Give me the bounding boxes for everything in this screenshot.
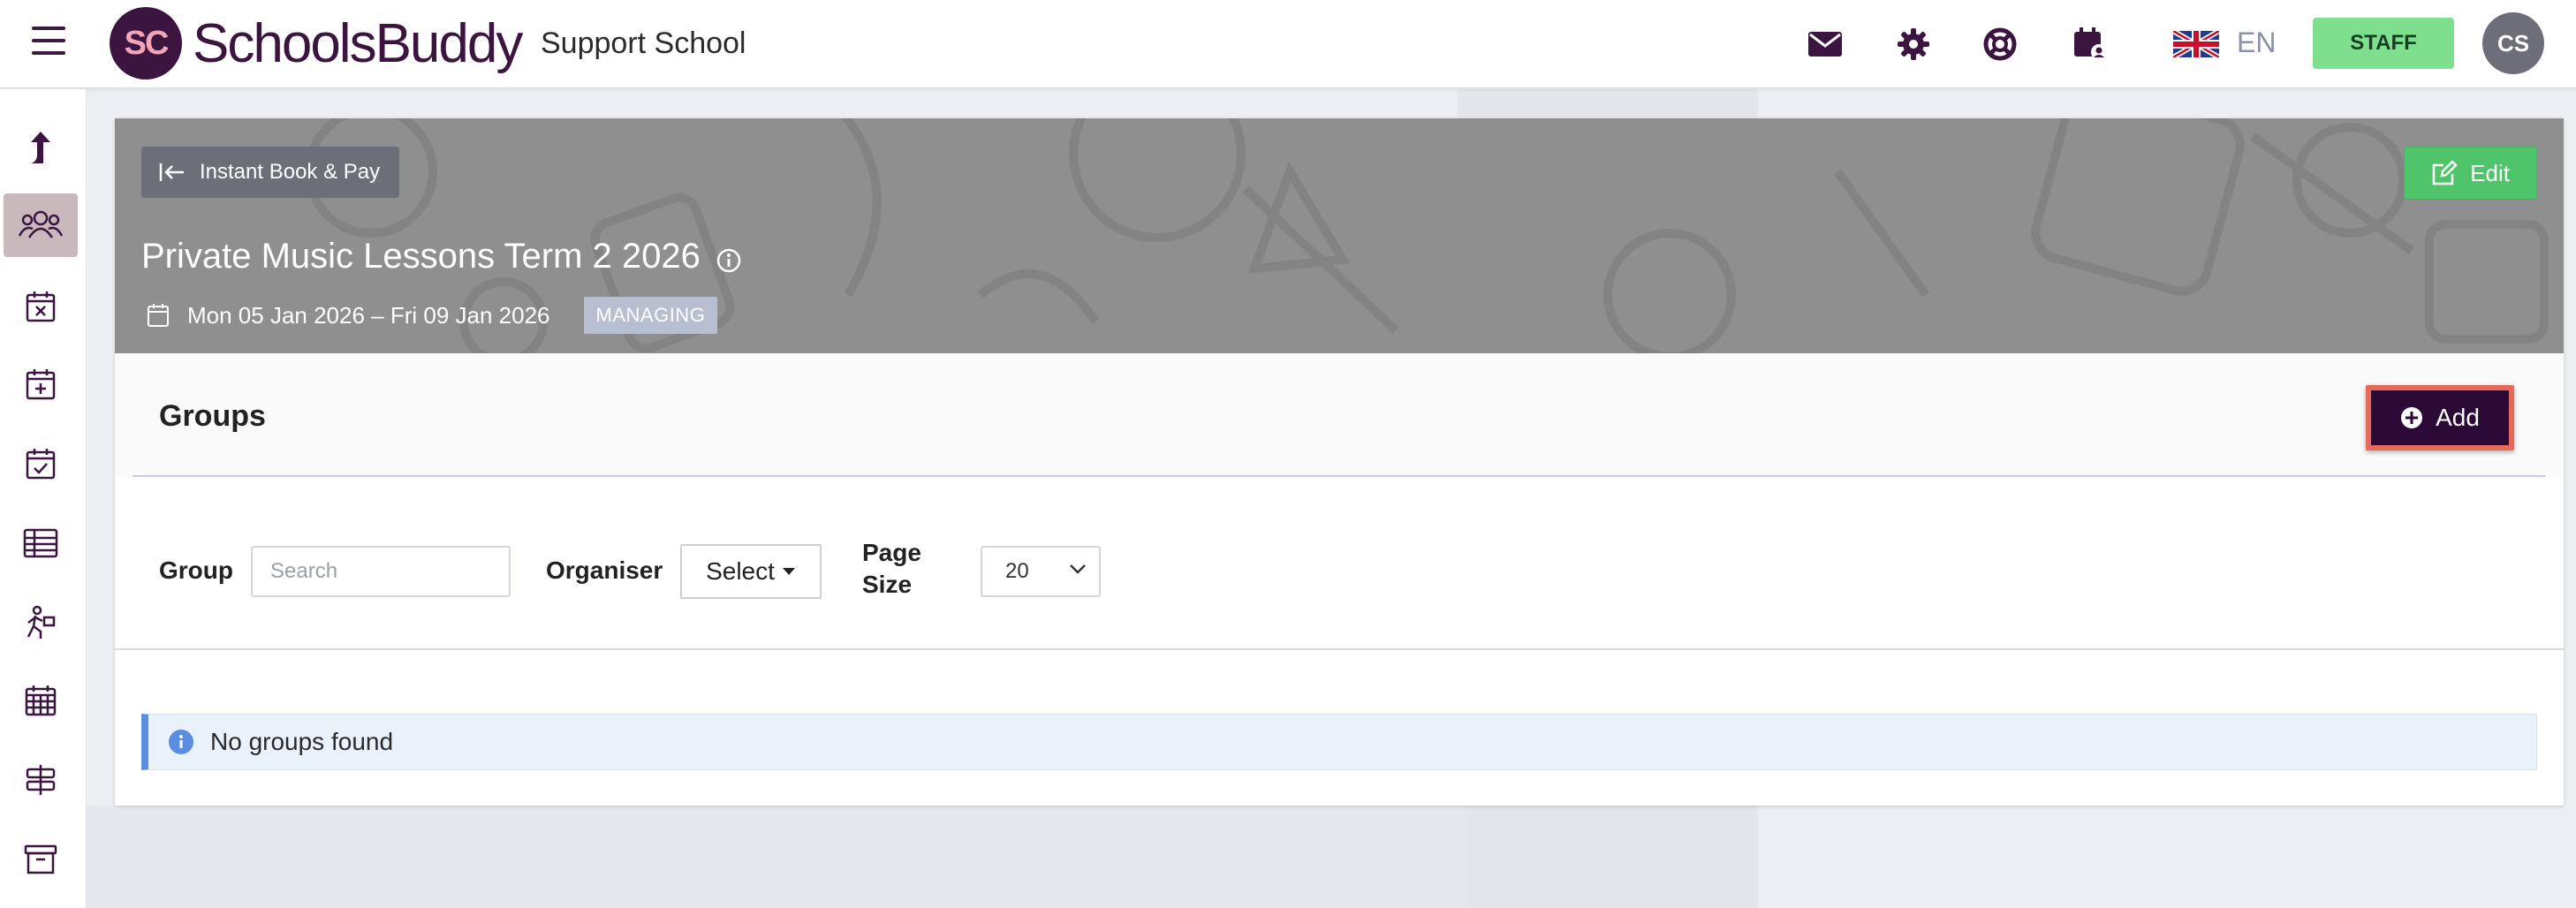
sidebar-item-users[interactable] bbox=[4, 193, 78, 257]
organiser-select-value: Select bbox=[706, 557, 775, 585]
activity-banner: Instant Book & Pay Edit Private Music Le… bbox=[115, 118, 2564, 353]
running-person-icon bbox=[27, 605, 56, 639]
upload-arrow-icon bbox=[31, 132, 50, 163]
page-size-value: 20 bbox=[1005, 559, 1029, 583]
page-size-label-line-1: Page bbox=[862, 539, 921, 566]
gear-icon[interactable] bbox=[1894, 25, 1933, 64]
calendar-plus-icon bbox=[26, 369, 56, 400]
divider bbox=[133, 475, 2546, 477]
school-name: Support School bbox=[541, 26, 746, 60]
calendar-x-icon bbox=[26, 291, 56, 322]
edit-button[interactable]: Edit bbox=[2404, 147, 2537, 200]
add-button-label: Add bbox=[2436, 404, 2480, 431]
sidebar-item-calendar[interactable] bbox=[4, 669, 78, 732]
avatar[interactable]: CS bbox=[2482, 12, 2544, 74]
plus-circle-icon bbox=[2401, 407, 2423, 428]
sidebar-item-table[interactable] bbox=[4, 511, 78, 575]
sidebar bbox=[0, 89, 87, 908]
page-title: Private Music Lessons Term 2 2026 bbox=[141, 237, 701, 276]
calendar-grid-icon bbox=[25, 685, 57, 716]
sidebar-item-calendar-add[interactable] bbox=[4, 352, 78, 416]
page-size-label: Page Size bbox=[862, 537, 921, 601]
table-icon bbox=[23, 528, 58, 558]
sidebar-item-archive[interactable] bbox=[4, 828, 78, 891]
sidebar-item-upload[interactable] bbox=[4, 116, 78, 179]
users-icon bbox=[18, 210, 64, 238]
sidebar-item-calendar-cancel[interactable] bbox=[4, 275, 78, 338]
edit-button-label: Edit bbox=[2470, 159, 2510, 186]
page-size-select[interactable]: 20 bbox=[981, 546, 1101, 597]
language-label[interactable]: EN bbox=[2237, 26, 2276, 59]
page-size-label-line-2: Size bbox=[862, 571, 913, 598]
uk-flag-icon[interactable] bbox=[2173, 31, 2219, 57]
date-row: Mon 05 Jan 2026 – Fri 09 Jan 2026 MANAGI… bbox=[147, 297, 718, 334]
add-group-button[interactable]: Add bbox=[2366, 385, 2514, 450]
back-button-label: Instant Book & Pay bbox=[200, 160, 381, 184]
chevron-down-icon bbox=[1070, 564, 1086, 574]
arrow-to-left-icon bbox=[159, 163, 184, 181]
sidebar-item-activity[interactable] bbox=[4, 591, 78, 655]
top-bar: SC SchoolsBuddy Support School EN STAFF … bbox=[0, 0, 2576, 88]
menu-icon[interactable] bbox=[32, 26, 65, 57]
calendar-check-icon bbox=[26, 449, 56, 480]
signpost-icon bbox=[26, 765, 56, 795]
edit-icon bbox=[2432, 160, 2458, 185]
groups-header: Groups Add bbox=[115, 353, 2564, 477]
organiser-select[interactable]: Select bbox=[680, 544, 822, 599]
empty-state-message: No groups found bbox=[210, 728, 394, 755]
organiser-filter-label: Organiser bbox=[546, 556, 663, 584]
divider bbox=[115, 648, 2564, 650]
activity-card: Instant Book & Pay Edit Private Music Le… bbox=[115, 118, 2564, 806]
archive-icon bbox=[24, 844, 57, 874]
section-title: Groups bbox=[159, 399, 266, 433]
lifebuoy-icon[interactable] bbox=[1981, 25, 2019, 64]
logo-text: SC bbox=[124, 24, 170, 62]
calendar-user-icon[interactable] bbox=[2071, 25, 2110, 64]
logo[interactable]: SC bbox=[110, 7, 182, 79]
calendar-icon bbox=[148, 304, 169, 327]
brand-name[interactable]: SchoolsBuddy bbox=[193, 12, 523, 75]
date-range: Mon 05 Jan 2026 – Fri 09 Jan 2026 bbox=[187, 301, 550, 329]
background-shape bbox=[87, 806, 1465, 908]
back-button[interactable]: Instant Book & Pay bbox=[141, 147, 400, 198]
sidebar-item-signpost[interactable] bbox=[4, 748, 78, 812]
sidebar-item-calendar-check[interactable] bbox=[4, 432, 78, 496]
caret-down-icon bbox=[782, 568, 795, 575]
info-circle-icon bbox=[169, 730, 193, 754]
group-filter-label: Group bbox=[159, 556, 233, 584]
staff-button[interactable]: STAFF bbox=[2313, 18, 2454, 69]
status-badge: MANAGING bbox=[583, 297, 718, 334]
info-icon[interactable] bbox=[716, 247, 742, 274]
group-search-input[interactable] bbox=[251, 546, 511, 597]
mail-icon[interactable] bbox=[1806, 25, 1845, 64]
empty-state-alert: No groups found bbox=[141, 714, 2537, 770]
